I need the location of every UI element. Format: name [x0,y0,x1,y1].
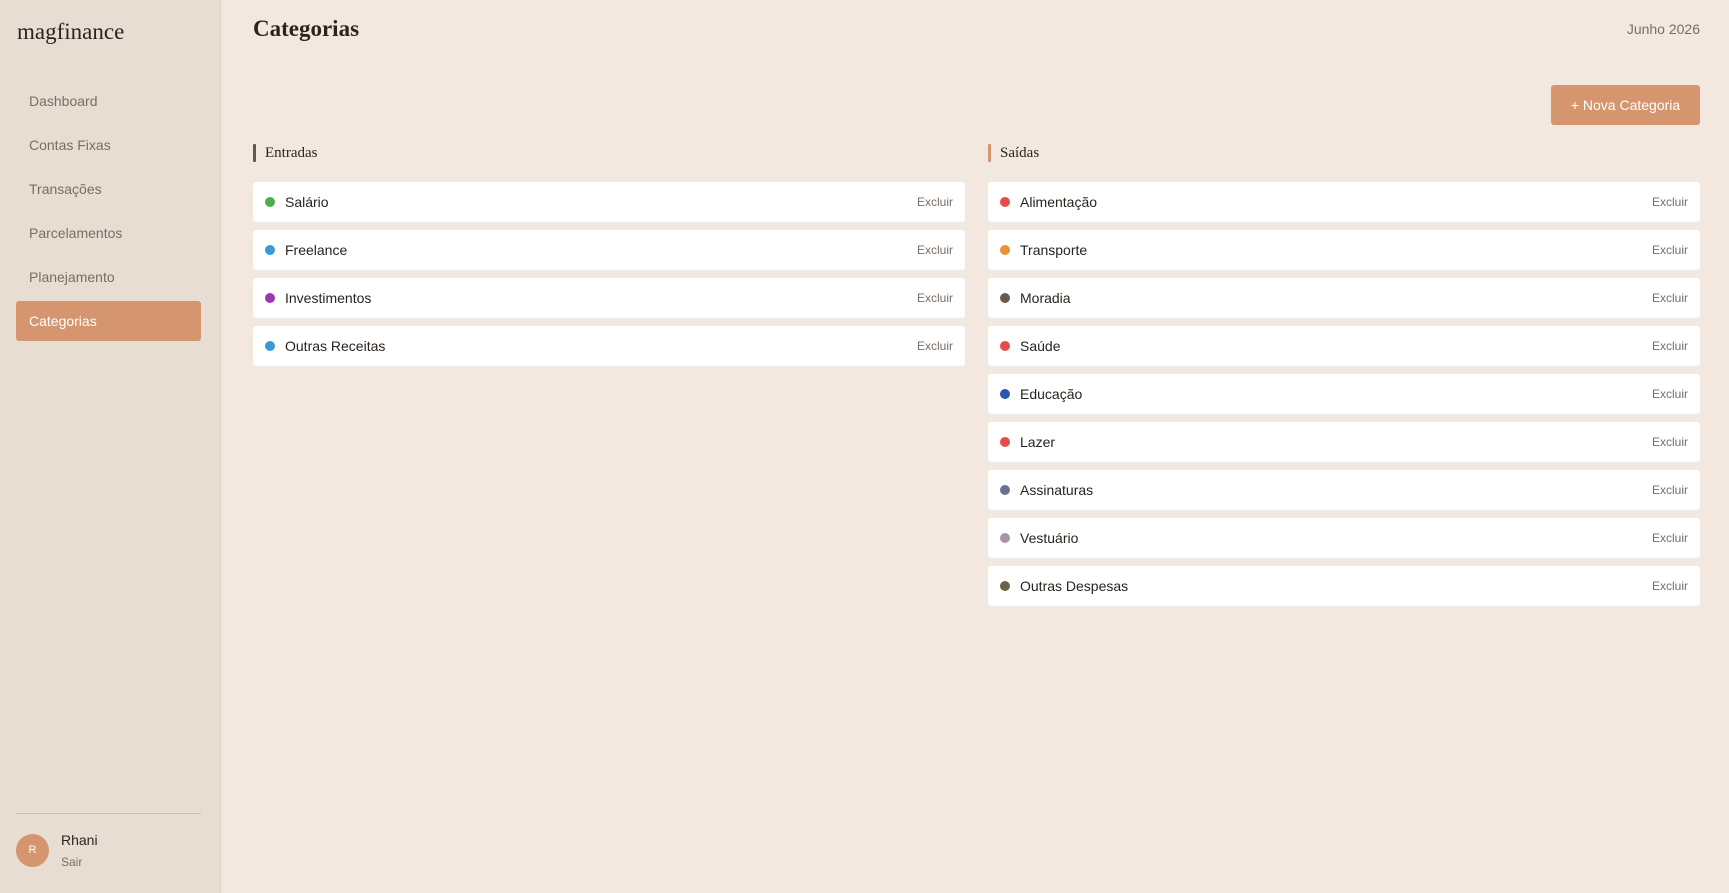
delete-category-button[interactable]: Excluir [1652,518,1688,558]
category-name: Outras Despesas [1020,578,1129,594]
income-section: Entradas Salário Excluir Freelance Excluir I… [253,144,965,374]
sidebar-divider [16,813,201,814]
delete-category-button[interactable]: Excluir [917,326,953,366]
category-color-dot [1000,437,1010,447]
delete-category-button[interactable]: Excluir [917,230,953,270]
category-name: Saúde [1020,338,1061,354]
category-name: Vestuário [1020,530,1079,546]
category-row: Lazer Excluir [988,422,1700,462]
sidebar-nav: Dashboard Contas Fixas Transações Parcel… [16,81,201,345]
category-row: Outras Receitas Excluir [253,326,965,366]
category-color-dot [1000,485,1010,495]
category-name: Educação [1020,386,1083,402]
category-row: Investimentos Excluir [253,278,965,318]
income-heading-label: Entradas [265,145,318,161]
logout-link[interactable]: Sair [61,855,82,869]
category-row: Alimentação Excluir [988,182,1700,222]
expense-heading-label: Saídas [1000,145,1040,161]
category-name: Moradia [1020,290,1071,306]
delete-category-button[interactable]: Excluir [1652,230,1688,270]
category-row: Freelance Excluir [253,230,965,270]
current-month: Junho 2026 [1626,21,1700,37]
category-name: Freelance [285,242,348,258]
category-color-dot [1000,293,1010,303]
income-list: Salário Excluir Freelance Excluir Investimen… [253,182,965,366]
category-name: Lazer [1020,434,1056,450]
avatar: R [16,834,49,867]
category-color-dot [1000,533,1010,543]
sidebar-item-dashboard[interactable]: Dashboard [16,81,201,121]
sidebar-item-categorias[interactable]: Categorias [16,301,201,341]
user-panel: R Rhani Sair [16,832,201,872]
category-row: Transporte Excluir [988,230,1700,270]
category-row: Moradia Excluir [988,278,1700,318]
sidebar-item-parcelamentos[interactable]: Parcelamentos [16,213,201,253]
category-row: Assinaturas Excluir [988,470,1700,510]
category-name: Outras Receitas [285,338,386,354]
new-category-button[interactable]: + Nova Categoria [1551,85,1700,125]
income-heading-bar [253,144,256,162]
category-row: Educação Excluir [988,374,1700,414]
category-color-dot [1000,389,1010,399]
page-title: Categorias [253,16,360,41]
category-color-dot [1000,197,1010,207]
delete-category-button[interactable]: Excluir [1652,326,1688,366]
delete-category-button[interactable]: Excluir [1652,182,1688,222]
delete-category-button[interactable]: Excluir [1652,374,1688,414]
category-row: Outras Despesas Excluir [988,566,1700,606]
income-heading: Entradas [253,144,965,162]
category-name: Alimentação [1020,194,1098,210]
category-color-dot [265,245,275,255]
sidebar-item-transacoes[interactable]: Transações [16,169,201,209]
delete-category-button[interactable]: Excluir [917,182,953,222]
category-row: Saúde Excluir [988,326,1700,366]
category-color-dot [1000,341,1010,351]
category-color-dot [1000,245,1010,255]
category-name: Transporte [1020,242,1088,258]
category-color-dot [265,293,275,303]
category-color-dot [265,197,275,207]
delete-category-button[interactable]: Excluir [1652,422,1688,462]
category-name: Assinaturas [1020,482,1094,498]
expense-section: Saídas Alimentação Excluir Transporte Exclu… [988,144,1700,614]
delete-category-button[interactable]: Excluir [1652,470,1688,510]
sidebar-item-planejamento[interactable]: Planejamento [16,257,201,297]
category-name: Salário [285,194,329,210]
sidebar: magfinance Dashboard Contas Fixas Transa… [0,0,221,893]
category-color-dot [1000,581,1010,591]
expense-heading: Saídas [988,144,1700,162]
user-name: Rhani [61,832,98,848]
expense-list: Alimentação Excluir Transporte Excluir Morad… [988,182,1700,606]
category-row: Vestuário Excluir [988,518,1700,558]
category-row: Salário Excluir [253,182,965,222]
sidebar-item-contas-fixas[interactable]: Contas Fixas [16,125,201,165]
delete-category-button[interactable]: Excluir [1652,278,1688,318]
delete-category-button[interactable]: Excluir [1652,566,1688,606]
app-logo: magfinance [17,19,125,44]
expense-heading-bar [988,144,991,162]
category-name: Investimentos [285,290,372,306]
category-color-dot [265,341,275,351]
delete-category-button[interactable]: Excluir [917,278,953,318]
